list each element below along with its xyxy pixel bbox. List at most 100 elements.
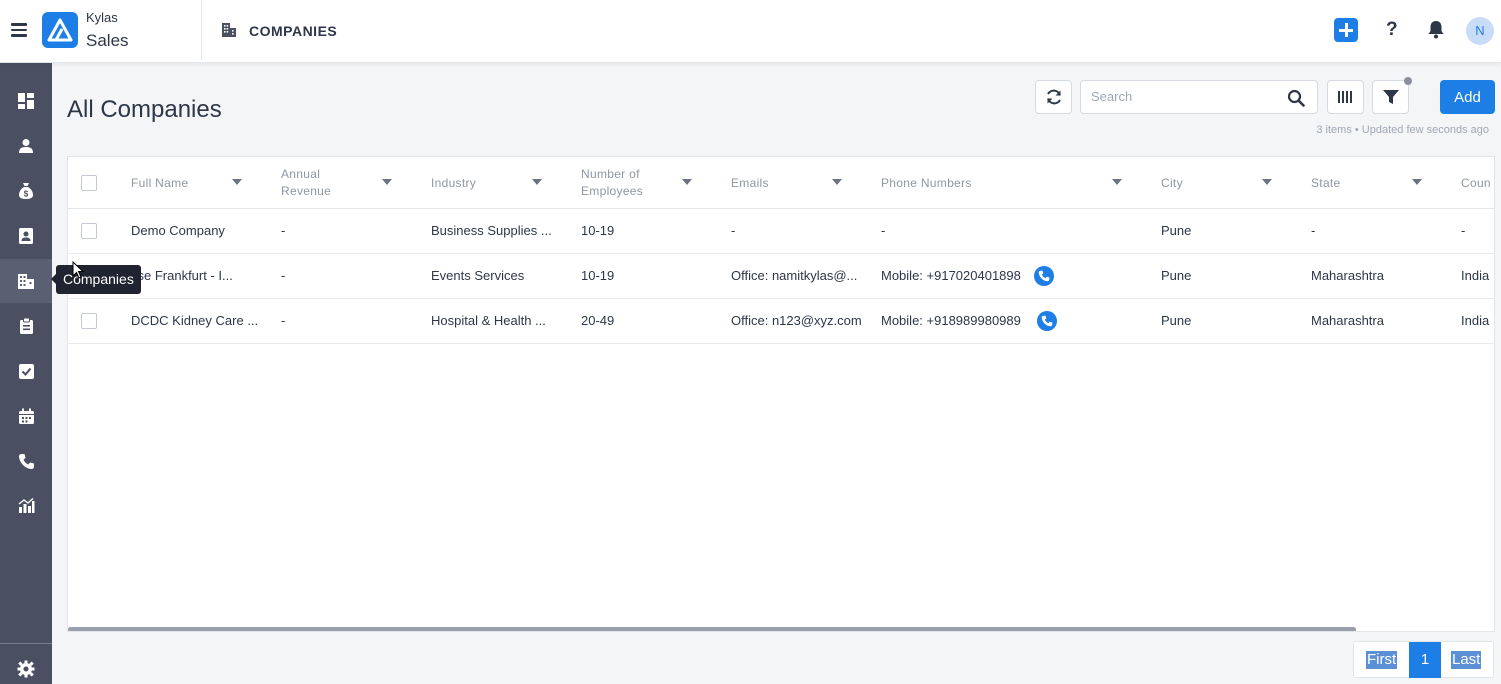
column-header[interactable]: Number of Employees — [581, 157, 721, 209]
email-cell[interactable]: Office: n123@xyz.com — [731, 299, 871, 343]
column-header[interactable]: Coun — [1461, 157, 1494, 209]
avatar[interactable]: N — [1466, 17, 1494, 45]
column-header[interactable]: Annual Revenue — [281, 157, 421, 209]
row-checkbox[interactable] — [81, 223, 97, 239]
sidebar-tooltip: Companies — [51, 265, 141, 294]
columns-icon — [1337, 91, 1352, 103]
search-input[interactable] — [1091, 89, 1281, 104]
dashboard-icon[interactable] — [0, 79, 52, 123]
calls-icon[interactable] — [0, 439, 52, 483]
companies-icon[interactable] — [0, 259, 52, 303]
columns-button[interactable] — [1327, 80, 1364, 114]
state-cell: Maharashtra — [1311, 313, 1384, 328]
tasks-icon[interactable] — [0, 349, 52, 393]
refresh-icon — [1046, 89, 1061, 105]
column-header[interactable]: Industry — [431, 157, 571, 209]
column-header[interactable]: Full Name — [131, 157, 271, 209]
country-cell: - — [1461, 223, 1466, 238]
table-row[interactable]: sse Frankfurt - I... - Events Services 1… — [68, 254, 1494, 299]
table-header: Full Name Annual Revenue Industry Number… — [68, 157, 1494, 209]
filter-icon — [1382, 90, 1399, 104]
deals-icon[interactable]: $ — [0, 169, 52, 213]
caret-down-icon[interactable] — [1112, 179, 1122, 185]
contacts-icon[interactable] — [0, 124, 52, 168]
svg-text:$: $ — [24, 190, 29, 199]
sidebar-divider — [0, 643, 52, 644]
caret-down-icon[interactable] — [1262, 179, 1272, 185]
add-button[interactable]: Add — [1440, 80, 1495, 114]
filter-indicator — [1404, 77, 1412, 85]
settings-icon[interactable] — [0, 647, 52, 684]
phone-call-icon[interactable] — [1034, 266, 1054, 286]
column-header[interactable]: State — [1311, 157, 1451, 209]
caret-down-icon[interactable] — [232, 179, 242, 185]
caret-down-icon[interactable] — [382, 179, 392, 185]
page-number-button[interactable]: 1 — [1409, 642, 1441, 678]
phone-call-icon[interactable] — [1037, 311, 1057, 331]
company-name-link[interactable]: Demo Company — [131, 209, 261, 253]
industry-cell: Hospital & Health ... — [431, 313, 546, 328]
horizontal-scrollbar[interactable] — [68, 627, 1356, 631]
email-cell: - — [731, 223, 736, 238]
bell-icon[interactable] — [1427, 20, 1445, 44]
hamburger-icon[interactable] — [11, 23, 27, 37]
search-box — [1080, 80, 1318, 114]
industry-cell: Business Supplies ... — [431, 223, 552, 238]
caret-down-icon[interactable] — [832, 179, 842, 185]
brand-product: Sales — [86, 31, 129, 50]
plus-icon[interactable] — [1334, 18, 1358, 42]
city-cell: Pune — [1161, 223, 1192, 238]
top-header: Kylas Sales COMPANIES ? N — [0, 0, 1501, 63]
page-title: All Companies — [67, 96, 222, 123]
module-title: COMPANIES — [249, 23, 338, 39]
filter-button[interactable] — [1372, 80, 1409, 114]
column-header[interactable]: Emails — [731, 157, 871, 209]
items-meta: 3 items • Updated few seconds ago — [1316, 124, 1489, 136]
leads-icon[interactable] — [0, 214, 52, 258]
company-name-link[interactable]: DCDC Kidney Care ... — [131, 299, 261, 343]
phone-cell: - — [881, 223, 886, 238]
caret-down-icon[interactable] — [532, 179, 542, 185]
reports-icon[interactable] — [0, 484, 52, 528]
table-row[interactable]: DCDC Kidney Care ... - Hospital & Health… — [68, 299, 1494, 344]
annual-revenue-cell: - — [281, 223, 286, 238]
products-icon[interactable] — [0, 304, 52, 348]
help-icon[interactable]: ? — [1386, 19, 1398, 41]
table-row[interactable]: Demo Company - Business Supplies ... 10-… — [68, 209, 1494, 254]
state-cell: - — [1311, 223, 1316, 238]
city-cell: Pune — [1161, 313, 1192, 328]
employees-cell: 20-49 — [581, 313, 615, 328]
mouse-cursor-icon — [72, 260, 85, 284]
phone-cell: Mobile: +918989980989 — [881, 313, 1021, 328]
annual-revenue-cell: - — [281, 313, 286, 328]
sidebar: $ — [0, 63, 52, 684]
column-header[interactable]: City — [1161, 157, 1301, 209]
pagination: First 1 Last — [1353, 641, 1494, 678]
caret-down-icon[interactable] — [1412, 179, 1422, 185]
phone-cell: Mobile: +917020401898 — [881, 268, 1021, 283]
employees-cell: 10-19 — [581, 268, 615, 283]
calendar-icon[interactable] — [0, 394, 52, 438]
companies-table: Full Name Annual Revenue Industry Number… — [67, 156, 1495, 632]
annual-revenue-cell: - — [281, 268, 286, 283]
header-divider — [201, 0, 202, 60]
search-icon[interactable] — [1287, 89, 1305, 112]
kylas-logo[interactable] — [42, 12, 78, 48]
caret-down-icon[interactable] — [682, 179, 692, 185]
industry-cell: Events Services — [431, 268, 525, 283]
refresh-button[interactable] — [1035, 80, 1072, 114]
company-name-link[interactable]: sse Frankfurt - I... — [131, 254, 261, 298]
employees-cell: 10-19 — [581, 223, 615, 238]
country-cell: India — [1461, 268, 1490, 283]
last-page-link[interactable]: Last — [1451, 651, 1482, 669]
country-cell: India — [1461, 313, 1490, 328]
column-header[interactable]: Phone Numbers — [881, 157, 1131, 209]
select-all-checkbox[interactable] — [81, 175, 97, 191]
building-icon — [221, 22, 237, 43]
row-checkbox[interactable] — [81, 313, 97, 329]
state-cell: Maharashtra — [1311, 268, 1384, 283]
brand-name: Kylas — [86, 10, 118, 25]
city-cell: Pune — [1161, 268, 1192, 283]
email-cell[interactable]: Office: namitkylas@... — [731, 254, 866, 298]
first-page-link[interactable]: First — [1366, 651, 1398, 669]
